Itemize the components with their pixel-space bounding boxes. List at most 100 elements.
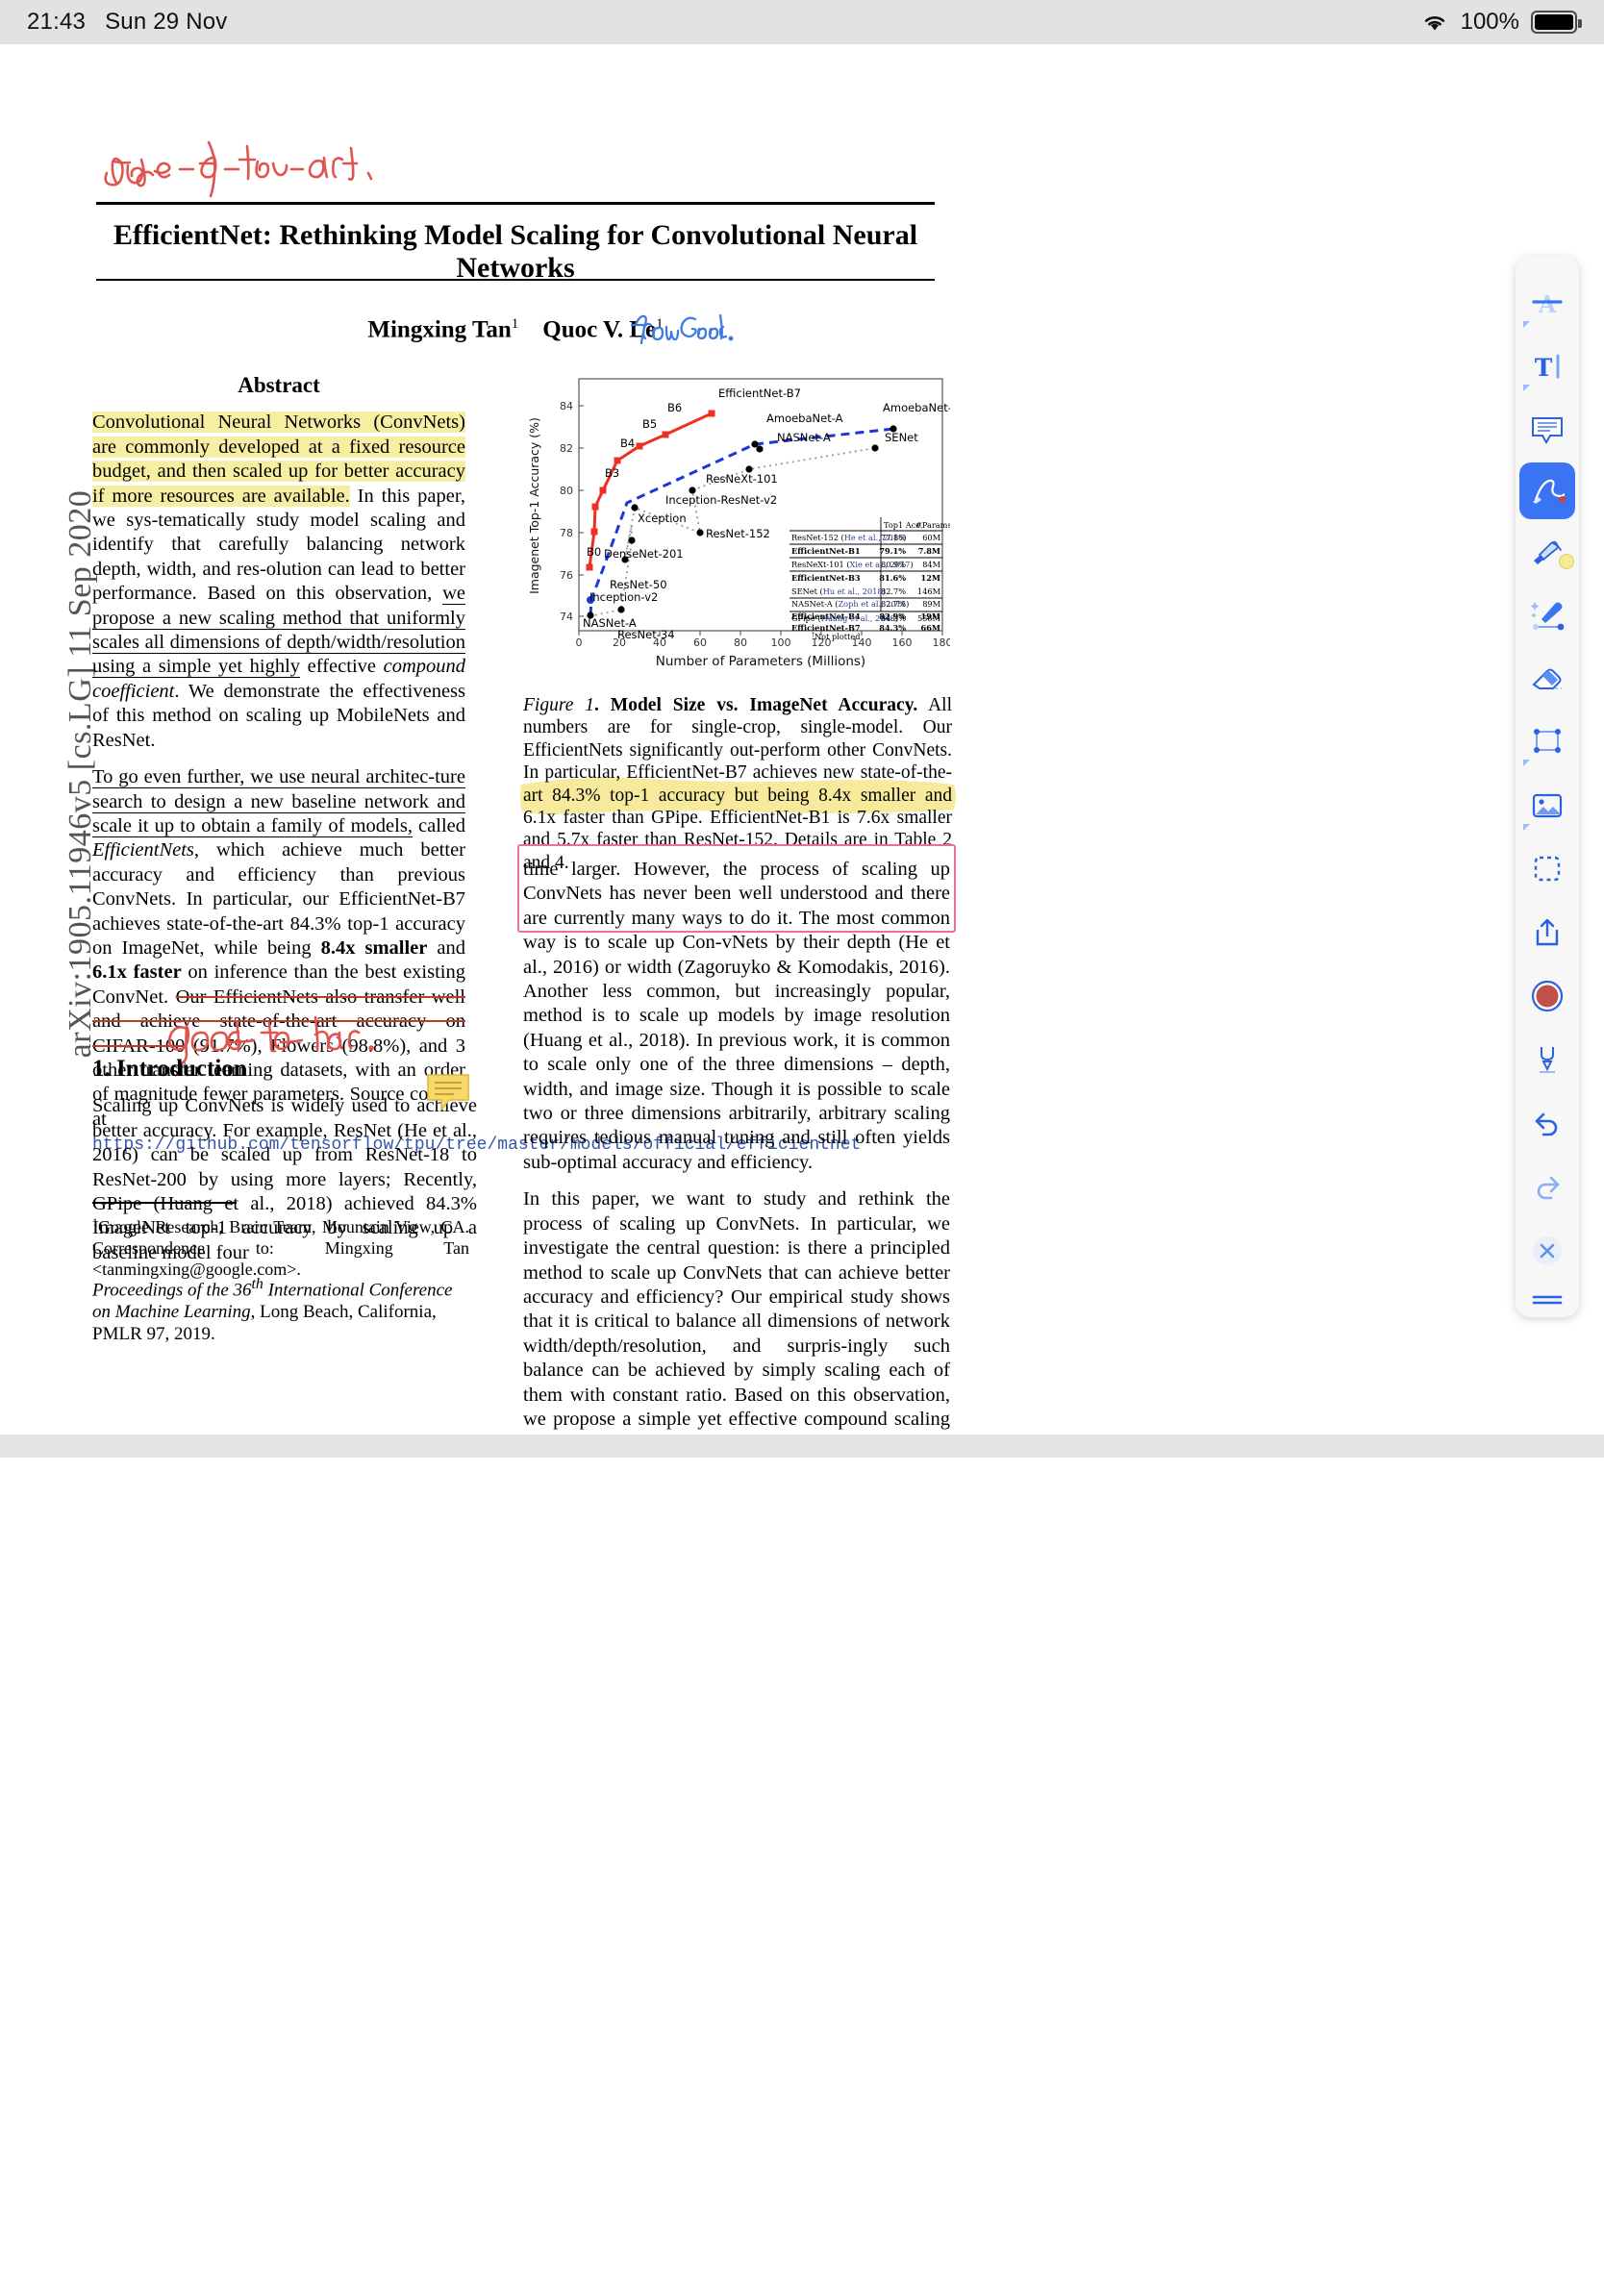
screen: 21:43 Sun 29 Nov 100% arXiv:1905.11946v5… — [0, 0, 1604, 2296]
abstract-paragraph-1: Convolutional Neural Networks (ConvNets)… — [92, 411, 465, 753]
chart: 84 82 80 78 76 74 0 20 40 60 80 100 120 … — [523, 371, 960, 677]
status-right: 100% — [1420, 9, 1582, 36]
handwriting-state-of-the-art — [99, 140, 407, 198]
inset-row-7-acc: 84.3% — [881, 613, 906, 623]
pen-tool[interactable] — [1519, 462, 1575, 519]
label-densenet-201: DenseNet-201 — [604, 547, 684, 561]
title-rule-top — [96, 202, 935, 205]
label-nasnet-a-upper: NASNet-A — [777, 431, 831, 444]
annotation-toolbar[interactable]: A T — [1516, 256, 1579, 1317]
page-title: EfficientNet: Rethinking Model Scaling f… — [113, 219, 918, 284]
comment-bubble-icon — [1532, 416, 1563, 444]
close-x-icon — [1533, 1235, 1562, 1265]
author-line: Mingxing Tan1 Quoc V. Le1 — [96, 316, 935, 343]
shape-tool[interactable] — [1518, 710, 1576, 773]
proceedings-sup: th — [251, 1276, 263, 1292]
abstract-text-b: effective — [300, 656, 384, 678]
inset-row-4-model: SENet (Hu et al., 2018) — [791, 586, 886, 596]
next-page-sheet: EfficientNet: Rethinking Model Scaling f… — [0, 1458, 1604, 2296]
comment-tool[interactable] — [1518, 398, 1576, 462]
share-button[interactable] — [1518, 901, 1576, 964]
magic-pen-icon — [1530, 601, 1565, 631]
undo-button[interactable] — [1518, 1091, 1576, 1155]
red-circle-icon — [1531, 981, 1564, 1012]
share-up-icon — [1536, 918, 1559, 946]
author-mark-1: 1 — [511, 316, 519, 332]
xtick-180: 180 — [933, 636, 951, 649]
paper-sheet: arXiv:1905.11946v5 [cs.LG] 11 Sep 2020 E… — [0, 44, 1604, 1503]
undo-arrow-icon — [1535, 1112, 1558, 1136]
figure-caption-label: Figure 1 — [523, 695, 595, 715]
inset-row-7-params: 556M — [917, 613, 940, 623]
inset-row-1-model: EfficientNet-B1 — [791, 546, 861, 556]
highlighter-color-dot — [1559, 553, 1574, 569]
label-amoebanet-a: AmoebaNet-A — [766, 412, 843, 425]
footnote: 1Google Research, Brain Team, Mountain V… — [92, 1211, 469, 1280]
page-gap — [0, 1435, 1604, 1458]
xtick-60: 60 — [693, 636, 707, 649]
strikethrough-a-icon: A — [1532, 290, 1563, 317]
inset-row-0-params: 60M — [922, 533, 940, 542]
wifi-icon — [1424, 16, 1444, 31]
label-senet: SENet — [885, 431, 918, 444]
label-resnet-34: ResNet-34 — [617, 628, 675, 641]
y-axis-label: Imagenet Top-1 Accuracy (%) — [527, 417, 541, 594]
xtick-0: 0 — [576, 636, 583, 649]
strikethrough-text-tool[interactable]: A — [1518, 271, 1576, 335]
inset-row-8-params: 66M — [921, 623, 940, 633]
status-time: 21:43 — [27, 9, 87, 35]
inset-row-3-acc: 81.6% — [879, 573, 906, 583]
eraser-tool[interactable] — [1518, 646, 1576, 710]
magic-pen-tool[interactable] — [1518, 583, 1576, 646]
label-b3: B3 — [605, 466, 619, 480]
inset-row-5-params: 89M — [922, 599, 940, 609]
battery-percent: 100% — [1460, 9, 1519, 35]
abstract-heading: Abstract — [238, 373, 320, 397]
highlighter-tool[interactable] — [1518, 519, 1576, 583]
inset-table-footnote: †Not plotted — [812, 632, 860, 642]
text-tool[interactable]: T — [1518, 335, 1576, 398]
ytick-82: 82 — [560, 442, 573, 455]
chevron-corner-icon — [1523, 823, 1530, 831]
selection-tool[interactable] — [1518, 837, 1576, 901]
status-left: 21:43 Sun 29 Nov — [27, 9, 227, 36]
ytick-76: 76 — [560, 569, 573, 582]
label-b0: B0 — [587, 545, 601, 559]
inset-row-0-acc: 77.8% — [881, 533, 906, 542]
title-rule-bottom — [96, 279, 935, 282]
inset-row-1-acc: 79.1% — [879, 546, 906, 556]
color-swatch-button[interactable] — [1518, 964, 1576, 1028]
close-button[interactable] — [1518, 1219, 1576, 1283]
text-cursor-icon: T — [1535, 354, 1560, 381]
label-xception: Xception — [638, 512, 687, 525]
inset-row-5-acc: 82.7% — [881, 599, 906, 609]
ytick-74: 74 — [560, 611, 573, 623]
right-paragraph-1-rest: Another less common, but increasingly po… — [523, 981, 950, 1173]
image-tool[interactable] — [1518, 773, 1576, 836]
document-page[interactable]: arXiv:1905.11946v5 [cs.LG] 11 Sep 2020 E… — [0, 44, 1604, 2296]
handwriting-from-google — [630, 312, 734, 345]
author-name-1: Mingxing Tan — [367, 316, 512, 343]
svg-text:A: A — [1538, 290, 1557, 317]
toolbar-drag-handle[interactable] — [1518, 1283, 1576, 1317]
inset-row-2-acc: 80.9% — [881, 560, 906, 569]
redo-button[interactable] — [1518, 1156, 1576, 1219]
nib-icon — [1540, 1047, 1555, 1074]
sticky-note-icon[interactable] — [426, 1073, 470, 1112]
status-date: Sun 29 Nov — [105, 9, 228, 35]
inset-row-3-model: EfficientNet-B3 — [791, 573, 861, 583]
xtick-160: 160 — [892, 636, 913, 649]
inset-row-2-params: 84M — [922, 560, 940, 569]
inset-row-8-acc: 84.3% — [879, 623, 906, 633]
label-inception-resnet-v2: Inception-ResNet-v2 — [665, 493, 777, 507]
inset-col-params: #Params — [915, 520, 950, 530]
right-column: time larger. However, the process of sca… — [523, 858, 950, 1518]
abstract2-text-a: called — [412, 814, 465, 836]
inset-row-1-params: 7.8M — [918, 546, 940, 556]
abstract2-text-c: and — [427, 936, 465, 959]
stroke-width-button[interactable] — [1518, 1028, 1576, 1091]
redo-arrow-icon — [1537, 1176, 1560, 1200]
footnote-rule — [92, 1202, 237, 1204]
eraser-icon — [1532, 668, 1562, 690]
efficientnets-italic: EfficientNets — [92, 839, 194, 861]
